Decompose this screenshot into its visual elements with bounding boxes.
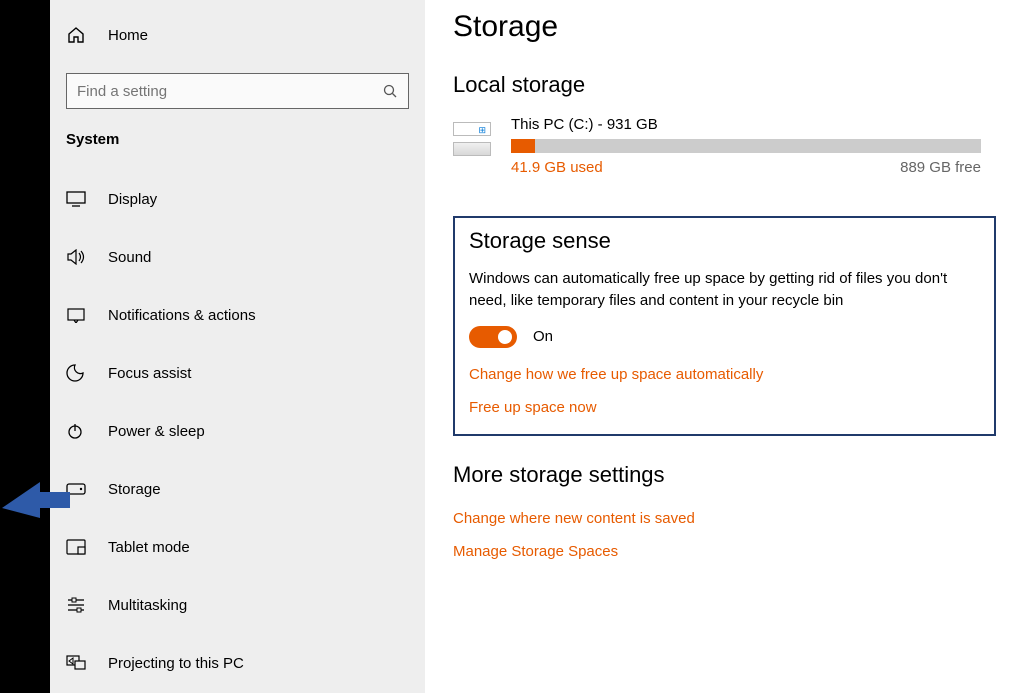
sidebar-item-label: Projecting to this PC xyxy=(108,655,244,672)
home-icon xyxy=(66,25,88,45)
toggle-state-label: On xyxy=(533,328,553,345)
sidebar-item-sound[interactable]: Sound xyxy=(66,234,409,280)
sound-icon xyxy=(66,249,88,265)
disk-info: This PC (C:) - 931 GB 41.9 GB used 889 G… xyxy=(511,116,996,176)
black-bar xyxy=(0,0,50,693)
storage-sense-heading: Storage sense xyxy=(469,228,980,254)
more-settings-heading: More storage settings xyxy=(453,462,996,488)
storage-icon xyxy=(66,483,88,495)
disk-name: This PC (C:) - 931 GB xyxy=(511,116,996,133)
disk-free-label: 889 GB free xyxy=(900,159,981,176)
disk-row[interactable]: ⊞ This PC (C:) - 931 GB 41.9 GB used 889… xyxy=(453,116,996,176)
link-manage-storage-spaces[interactable]: Manage Storage Spaces xyxy=(453,543,996,560)
sidebar-item-label: Notifications & actions xyxy=(108,307,256,324)
storage-sense-toggle[interactable] xyxy=(469,326,517,348)
search-input[interactable] xyxy=(77,83,382,100)
sidebar-item-notifications[interactable]: Notifications & actions xyxy=(66,292,409,338)
storage-sense-description: Windows can automatically free up space … xyxy=(469,268,980,312)
notifications-icon xyxy=(66,307,88,323)
display-icon xyxy=(66,191,88,207)
sidebar-item-tablet-mode[interactable]: Tablet mode xyxy=(66,524,409,570)
storage-sense-section: Storage sense Windows can automatically … xyxy=(453,216,996,436)
disk-used-label: 41.9 GB used xyxy=(511,159,603,176)
more-storage-settings: More storage settings Change where new c… xyxy=(453,462,996,560)
sidebar-item-label: Power & sleep xyxy=(108,423,205,440)
sidebar-section-label: System xyxy=(66,131,409,148)
sidebar-item-storage[interactable]: Storage xyxy=(66,466,409,512)
home-nav[interactable]: Home xyxy=(66,15,409,55)
sidebar-item-label: Storage xyxy=(108,481,161,498)
content-area: Storage Local storage ⊞ This PC (C:) - 9… xyxy=(425,0,1024,693)
sidebar-item-label: Focus assist xyxy=(108,365,191,382)
sidebar-item-label: Sound xyxy=(108,249,151,266)
toggle-knob xyxy=(498,330,512,344)
projecting-icon xyxy=(66,655,88,671)
multitasking-icon xyxy=(66,597,88,613)
sidebar-item-multitasking[interactable]: Multitasking xyxy=(66,582,409,628)
home-label: Home xyxy=(108,27,148,44)
focus-assist-icon xyxy=(66,364,88,382)
sidebar-item-label: Multitasking xyxy=(108,597,187,614)
link-free-up-now[interactable]: Free up space now xyxy=(469,399,980,416)
sidebar-item-projecting[interactable]: Projecting to this PC xyxy=(66,640,409,686)
sidebar-item-display[interactable]: Display xyxy=(66,176,409,222)
power-icon xyxy=(66,422,88,440)
search-icon xyxy=(382,83,398,99)
sidebar-item-power-sleep[interactable]: Power & sleep xyxy=(66,408,409,454)
search-box[interactable] xyxy=(66,73,409,109)
tablet-mode-icon xyxy=(66,539,88,555)
disk-icon: ⊞ xyxy=(453,122,493,156)
page-title: Storage xyxy=(453,10,996,44)
sidebar-item-label: Tablet mode xyxy=(108,539,190,556)
local-storage-heading: Local storage xyxy=(453,72,996,98)
link-change-free-up[interactable]: Change how we free up space automaticall… xyxy=(469,366,980,383)
sidebar-item-label: Display xyxy=(108,191,157,208)
settings-sidebar: Home System Display Sound Notifications … xyxy=(50,0,425,693)
link-change-where-saved[interactable]: Change where new content is saved xyxy=(453,510,996,527)
disk-usage-bar xyxy=(511,139,981,153)
disk-usage-fill xyxy=(511,139,535,153)
sidebar-item-focus-assist[interactable]: Focus assist xyxy=(66,350,409,396)
